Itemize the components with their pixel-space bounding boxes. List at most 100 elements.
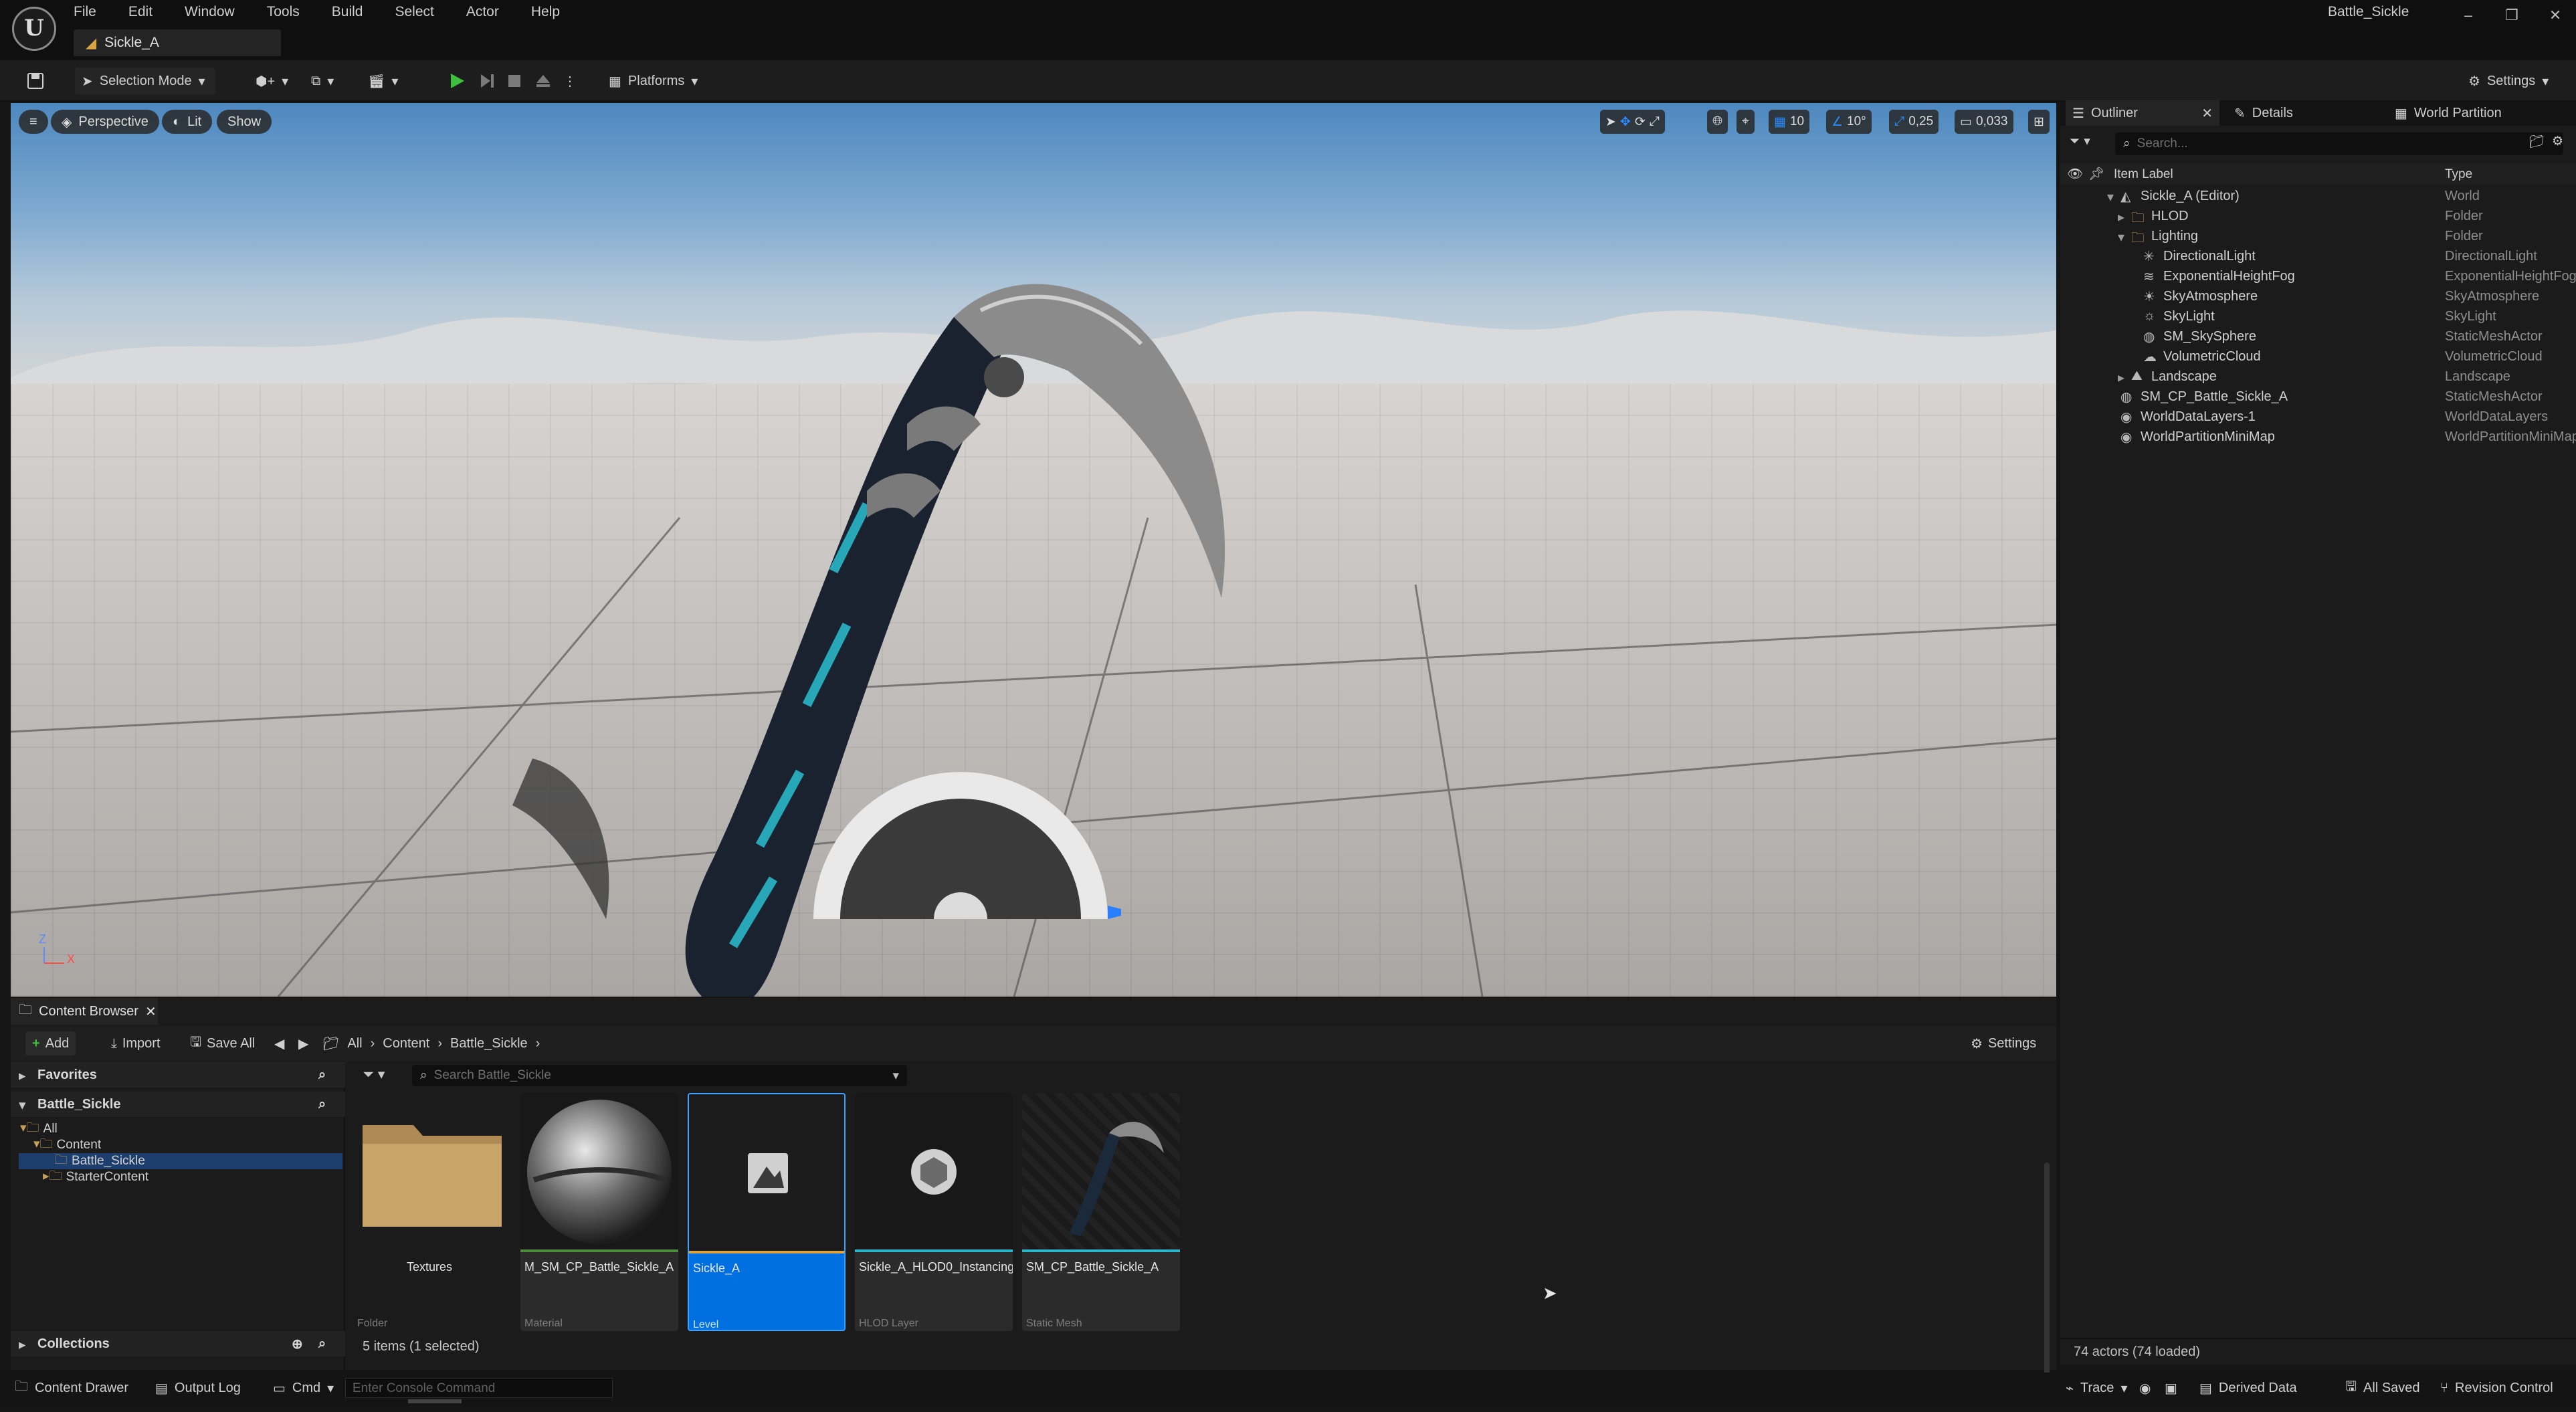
selection-mode-dropdown[interactable]: ➤ Selection Mode ▾	[75, 68, 215, 94]
platforms-dropdown[interactable]: ▦ Platforms ▾	[602, 68, 704, 94]
asset-tile-material[interactable]: M_SM_CP_Battle_Sickle_A Material	[520, 1093, 678, 1331]
outliner-search-input[interactable]: ⌕ Search...	[2115, 132, 2563, 155]
level-tab[interactable]: ◢ Sickle_A	[74, 29, 281, 56]
cinematics-dropdown[interactable]: 🎬︎ ▾	[361, 68, 405, 94]
close-window-icon[interactable]: ✕	[2542, 7, 2569, 27]
outliner-row[interactable]: ▸ ⛰ Landscape Landscape	[2060, 367, 2576, 387]
close-tab-icon[interactable]: ✕	[145, 1003, 157, 1020]
outliner-row[interactable]: ✳ DirectionalLight DirectionalLight	[2060, 246, 2576, 266]
close-tab-icon[interactable]: ✕	[2201, 105, 2213, 122]
menu-actor[interactable]: Actor	[466, 4, 499, 20]
search-icon[interactable]: ⌕	[318, 1336, 326, 1352]
save-level-icon[interactable]	[20, 68, 51, 94]
outliner-row[interactable]: ◉ WorldDataLayers-1 WorldDataLayers	[2060, 407, 2576, 427]
outliner-row[interactable]: ≋ ExponentialHeightFog ExponentialHeightFo…	[2060, 266, 2576, 286]
favorites-section[interactable]: Favorites ⌕	[11, 1062, 345, 1088]
camera-speed-button[interactable]: ▭ 0,033	[1955, 110, 2013, 134]
tree-item-battle-sickle[interactable]: 🗀 Battle_Sickle	[19, 1153, 342, 1169]
eject-icon[interactable]	[528, 68, 558, 94]
add-collection-icon[interactable]: ⊕	[292, 1336, 303, 1352]
tree-item-all[interactable]: ▾🗀 All	[11, 1121, 345, 1137]
asset-search-input[interactable]: ⌕ Search Battle_Sickle ▾	[412, 1065, 907, 1086]
add-actor-dropdown[interactable]: ⬢+ ▾	[249, 68, 295, 94]
content-settings-button[interactable]: ⚙ Settings	[1964, 1031, 2043, 1055]
chevron-down-icon[interactable]: ▾	[2107, 189, 2114, 205]
move-tool-icon[interactable]: ✥	[1620, 114, 1631, 130]
tab-world-partition[interactable]: ▦ World Partition	[2388, 100, 2508, 126]
asset-grid-scrollbar[interactable]	[2044, 1163, 2050, 1377]
outliner-row[interactable]: ☼ SkyLight SkyLight	[2060, 306, 2576, 326]
outliner-row[interactable]: ☀ SkyAtmosphere SkyAtmosphere	[2060, 286, 2576, 306]
outliner-row[interactable]: ◍ SM_SkySphere StaticMeshActor	[2060, 326, 2576, 346]
world-local-toggle[interactable]: 🌐︎	[1707, 110, 1728, 134]
add-folder-icon[interactable]: 📁︎	[2529, 134, 2545, 150]
viewport-menu-button[interactable]: ≡	[19, 110, 48, 134]
type-column[interactable]: Type	[2445, 167, 2472, 182]
perspective-button[interactable]: ◈ Perspective	[51, 110, 159, 134]
breadcrumb-battle-sickle[interactable]: Battle_Sickle	[450, 1036, 528, 1051]
menu-build[interactable]: Build	[332, 4, 363, 20]
surface-snap-toggle[interactable]: ⌖	[1737, 110, 1755, 134]
menu-help[interactable]: Help	[531, 4, 560, 20]
blueprint-dropdown[interactable]: ⧉ ▾	[304, 68, 340, 94]
outliner-filter-button[interactable]: ⏷ ▾	[2070, 134, 2090, 149]
chevron-right-icon[interactable]: ▸	[2118, 209, 2124, 225]
battle-sickle-section[interactable]: Battle_Sickle ⌕	[11, 1092, 345, 1117]
scale-snap-button[interactable]: ⤢ 0,25	[1889, 110, 1939, 134]
minimize-icon[interactable]: –	[2455, 7, 2482, 27]
save-all-button[interactable]: 🖫︎ Save All	[183, 1031, 262, 1055]
menu-file[interactable]: File	[74, 4, 96, 20]
tab-details[interactable]: ✎ Details	[2227, 100, 2300, 126]
restore-icon[interactable]: ❐	[2498, 7, 2525, 27]
scale-tool-icon[interactable]: ⤢	[1650, 114, 1660, 129]
search-icon[interactable]: ⌕	[318, 1097, 326, 1112]
grid-snap-button[interactable]: ▦ 10	[1769, 110, 1810, 134]
play-button[interactable]	[441, 68, 472, 94]
rotate-tool-icon[interactable]: ⟳	[1635, 114, 1646, 130]
menu-window[interactable]: Window	[185, 4, 235, 20]
history-forward-icon[interactable]: ▶	[292, 1031, 315, 1055]
lit-button[interactable]: ◐ Lit	[162, 110, 213, 134]
chevron-down-icon[interactable]: ▾	[2118, 229, 2124, 245]
settings-button[interactable]: ⚙ Settings ▾	[2462, 68, 2555, 94]
outliner-row[interactable]: ▾ 🗀 Lighting Folder	[2060, 226, 2576, 246]
content-drawer-button[interactable]: 🗀 Content Drawer	[9, 1373, 134, 1403]
asset-tile-folder[interactable]: Textures Folder	[353, 1093, 511, 1331]
breadcrumb-content[interactable]: Content	[383, 1036, 429, 1051]
breadcrumb-all[interactable]: All	[347, 1036, 362, 1051]
cmd-dropdown[interactable]: ▭ Cmd ▾	[268, 1373, 339, 1403]
play-options-icon[interactable]: ⋮	[557, 68, 583, 94]
menu-tools[interactable]: Tools	[267, 4, 300, 20]
import-button[interactable]: ⤓ Import	[104, 1031, 167, 1055]
outliner-row[interactable]: ▾ ◭ Sickle_A (Editor) World	[2060, 186, 2576, 206]
console-command-input[interactable]: Enter Console Command	[345, 1378, 613, 1398]
asset-filter-button[interactable]: ⏷ ▾	[363, 1066, 385, 1083]
select-tool-icon[interactable]: ➤	[1605, 114, 1616, 130]
all-saved-status[interactable]: 🖫︎ All Saved	[2340, 1373, 2425, 1403]
unreal-logo-icon[interactable]: U	[12, 7, 56, 51]
outliner-row[interactable]: ▸ 🗀 HLOD Folder	[2060, 206, 2576, 226]
add-button[interactable]: + Add	[25, 1031, 76, 1055]
outliner-settings-icon[interactable]: ⚙	[2552, 134, 2563, 149]
derived-data-button[interactable]: ▤ Derived Data	[2194, 1373, 2302, 1403]
step-icon[interactable]	[472, 68, 502, 94]
outliner-row[interactable]: ☁ VolumetricCloud VolumetricCloud	[2060, 346, 2576, 367]
transform-gizmo[interactable]	[800, 772, 1121, 919]
menu-edit[interactable]: Edit	[128, 4, 153, 20]
content-browser-tab[interactable]: 🗀 Content Browser ✕	[11, 998, 158, 1025]
collections-section[interactable]: Collections ⊕ ⌕	[11, 1331, 345, 1356]
asset-tile-level-selected[interactable]: Sickle_A Level	[688, 1093, 846, 1331]
item-label-column[interactable]: Item Label	[2114, 167, 2173, 182]
trace-button[interactable]: ⌁ Trace ▾	[2060, 1373, 2133, 1403]
output-log-button[interactable]: ▤ Output Log	[150, 1373, 246, 1403]
show-button[interactable]: Show	[217, 110, 272, 134]
tree-item-starter-content[interactable]: ▸🗀 StarterContent	[11, 1169, 345, 1185]
level-viewport[interactable]: ≡ ◈ Perspective ◐ Lit Show ➤ ✥ ⟳ ⤢ 🌐︎ ⌖ …	[11, 103, 2056, 997]
outliner-row[interactable]: ◉ WorldPartitionMiniMap WorldPartitionMini…	[2060, 427, 2576, 447]
tab-outliner[interactable]: ☰ Outliner ✕	[2066, 100, 2219, 126]
asset-tile-static-mesh[interactable]: SM_CP_Battle_Sickle_A Static Mesh	[1022, 1093, 1180, 1331]
search-icon[interactable]: ⌕	[318, 1068, 326, 1083]
viewport-layout-button[interactable]: ⊞	[2028, 110, 2050, 134]
menu-select[interactable]: Select	[395, 4, 433, 20]
history-back-icon[interactable]: ◀	[268, 1031, 291, 1055]
